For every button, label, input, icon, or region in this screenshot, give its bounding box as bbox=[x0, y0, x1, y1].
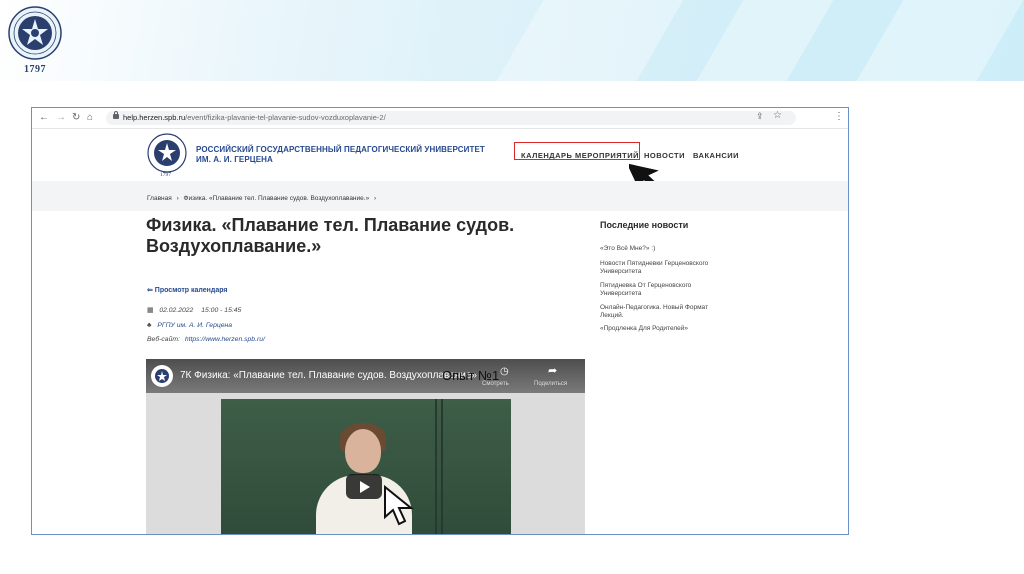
highlight-box bbox=[514, 142, 640, 160]
video-title[interactable]: 7К Физика: «Плавание тел. Плавание судов… bbox=[180, 370, 477, 381]
board-divider bbox=[435, 399, 437, 534]
organizer-link[interactable]: РГПУ им. А. И. Герцена bbox=[157, 322, 232, 329]
video-frame-chalkboard bbox=[221, 399, 511, 534]
reload-icon[interactable]: ↻ bbox=[72, 111, 80, 125]
banner-stripe bbox=[856, 0, 1024, 81]
breadcrumb: Главная › Физика. «Плавание тел. Плавани… bbox=[147, 195, 379, 202]
breadcrumb-current: Физика. «Плавание тел. Плавание судов. В… bbox=[183, 195, 370, 202]
banner-stripe bbox=[696, 0, 834, 81]
forward-arrow-icon[interactable]: → bbox=[56, 111, 66, 125]
latest-news-heading: Последние новости bbox=[600, 220, 689, 230]
event-datetime: ▦ 02.02.2022 15:00 - 15:45 bbox=[147, 306, 241, 314]
news-item[interactable]: Пятидневка От Герценовского Университета bbox=[600, 282, 730, 297]
url-domain: help.herzen.spb.ru bbox=[123, 113, 186, 122]
breadcrumb-separator: › bbox=[374, 195, 377, 202]
lock-icon bbox=[113, 111, 119, 119]
bookmark-star-icon[interactable]: ☆ bbox=[773, 110, 782, 121]
browser-toolbar: ← → ↻ ⌂ help.herzen.spb.ru/event/fizika-… bbox=[32, 108, 848, 129]
slide-header-banner bbox=[0, 0, 1024, 81]
page-title: Физика. «Плавание тел. Плавание судов. В… bbox=[146, 215, 515, 256]
website-link[interactable]: https://www.herzen.spb.ru/ bbox=[185, 336, 265, 343]
watch-later-icon[interactable]: ◷ bbox=[500, 366, 509, 377]
calendar-back-link[interactable]: ⇐ Просмотр календаря bbox=[147, 286, 228, 294]
site-logo-year: 1797 bbox=[160, 172, 171, 178]
share-label[interactable]: Поделиться bbox=[534, 381, 567, 387]
watch-later-label[interactable]: Смотреть bbox=[482, 381, 509, 387]
slide-logo-year: 1797 bbox=[24, 64, 46, 75]
channel-logo[interactable] bbox=[151, 365, 173, 387]
website-label: Веб-сайт: bbox=[147, 336, 180, 343]
news-item[interactable]: «Продленка Для Родителей» bbox=[600, 325, 730, 333]
news-item[interactable]: Онлайн-Педагогика. Новый Формат Лекций. bbox=[600, 304, 730, 319]
play-button[interactable] bbox=[346, 474, 382, 499]
event-website: Веб-сайт: https://www.herzen.spb.ru/ bbox=[147, 336, 265, 343]
browser-window: ← → ↻ ⌂ help.herzen.spb.ru/event/fizika-… bbox=[31, 107, 849, 535]
university-name[interactable]: РОССИЙСКИЙ ГОСУДАРСТВЕННЫЙ ПЕДАГОГИЧЕСКИ… bbox=[196, 145, 485, 165]
event-organizer: ♣ РГПУ им. А. И. Герцена bbox=[147, 322, 232, 329]
university-seal-logo bbox=[8, 6, 62, 60]
event-date: 02.02.2022 bbox=[159, 307, 194, 314]
nav-vacancies[interactable]: ВАКАНСИИ bbox=[693, 151, 739, 160]
back-arrow-icon[interactable]: ← bbox=[39, 111, 49, 125]
home-icon[interactable]: ⌂ bbox=[87, 111, 93, 125]
news-item[interactable]: «Это Всё Мне?» :) bbox=[600, 245, 730, 253]
share-arrow-icon[interactable]: ➦ bbox=[548, 364, 557, 377]
organizer-icon: ♣ bbox=[147, 322, 152, 329]
address-bar[interactable]: help.herzen.spb.ru/event/fizika-plavanie… bbox=[106, 111, 796, 125]
breadcrumb-home[interactable]: Главная bbox=[147, 195, 172, 202]
university-name-line2: ИМ. А. И. ГЕРЦЕНА bbox=[196, 155, 273, 164]
mouse-pointer-icon bbox=[384, 484, 414, 526]
university-name-line1: РОССИЙСКИЙ ГОСУДАРСТВЕННЫЙ ПЕДАГОГИЧЕСКИ… bbox=[196, 145, 485, 154]
share-page-icon[interactable]: ⇪ bbox=[756, 111, 764, 122]
site-logo[interactable] bbox=[147, 133, 187, 173]
video-player[interactable]: 7К Физика: «Плавание тел. Плавание судов… bbox=[146, 359, 585, 534]
calendar-icon: ▦ bbox=[147, 307, 154, 314]
video-title-bar: 7К Физика: «Плавание тел. Плавание судов… bbox=[146, 359, 585, 393]
video-frame-person bbox=[345, 429, 381, 473]
url-text: help.herzen.spb.ru/event/fizika-plavanie… bbox=[123, 112, 386, 124]
banner-stripe bbox=[496, 0, 684, 81]
board-divider bbox=[441, 399, 443, 534]
event-time: 15:00 - 15:45 bbox=[201, 307, 242, 314]
browser-menu-icon[interactable]: ⋮ bbox=[834, 111, 844, 122]
breadcrumb-separator: › bbox=[176, 195, 179, 202]
url-path: /event/fizika-plavanie-tel-plavanie-sudo… bbox=[185, 113, 386, 122]
news-item[interactable]: Новости Пятидневки Герценовского Универс… bbox=[600, 260, 730, 275]
